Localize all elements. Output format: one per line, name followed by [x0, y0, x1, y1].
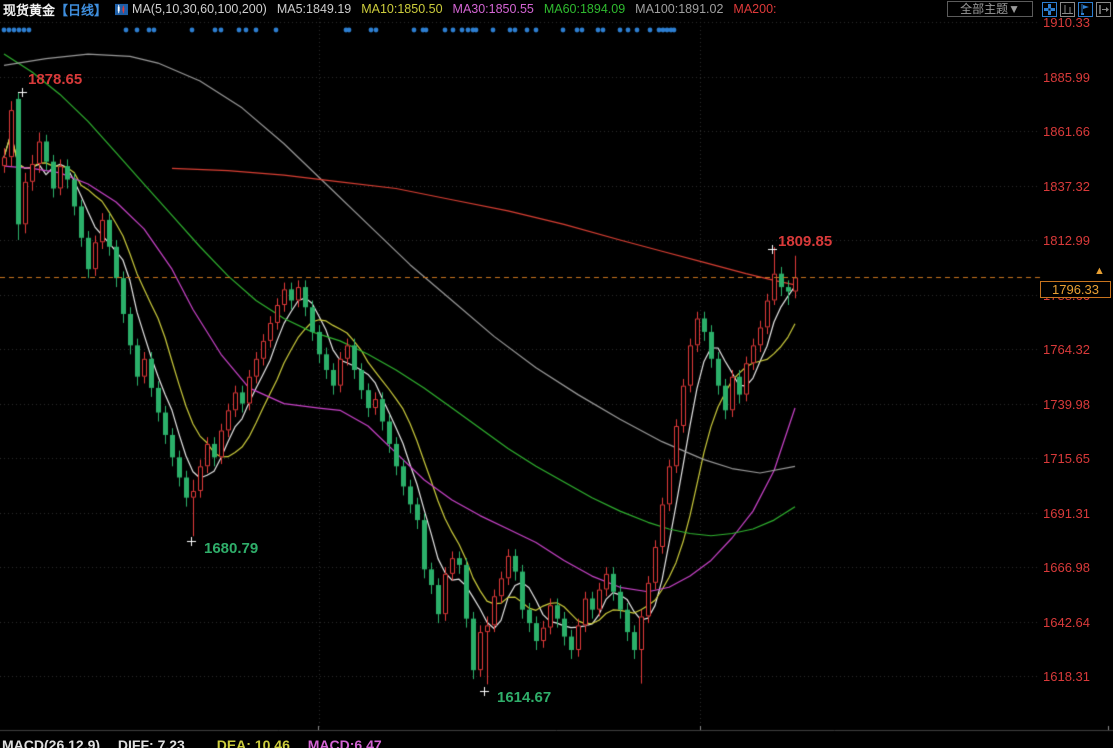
- ma-settings-label: MA(5,10,30,60,100,200): [132, 2, 267, 16]
- axis-label: 1666.98: [1043, 560, 1090, 575]
- toolbar: 全部主题▼: [947, 1, 1111, 17]
- flag-annotation-icon[interactable]: [1078, 2, 1093, 17]
- period-label[interactable]: 【日线】: [55, 0, 107, 19]
- axis-label: 1715.65: [1043, 451, 1090, 466]
- indicator-panel-icon[interactable]: [1060, 2, 1075, 17]
- legend-item: MA5:1849.19: [277, 2, 351, 16]
- price-up-arrow-icon: ▲: [1094, 265, 1105, 277]
- macd-status-row: MACD(26,12,9) DIFF: 7.23 DEA: 10.46 MACD…: [2, 737, 396, 748]
- axis-label: 1861.66: [1043, 124, 1090, 139]
- annotation-swing-low: 1680.79: [204, 540, 258, 557]
- macd-dea-value: DEA: 10.46: [217, 737, 290, 748]
- axis-label: 1618.31: [1043, 669, 1090, 684]
- legend-item: MA60:1894.09: [544, 2, 625, 16]
- axis-label: 1739.98: [1043, 397, 1090, 412]
- axis-label: 1764.32: [1043, 342, 1090, 357]
- annotation-swing-low: 1614.67: [497, 689, 551, 706]
- chart-window: { "header": { "title": "现货黄金", "period":…: [0, 0, 1113, 748]
- axis-label: 1691.31: [1043, 506, 1090, 521]
- ma-legend: MA5:1849.19 MA10:1850.50 MA30:1850.55 MA60:…: [277, 2, 787, 16]
- axis-label: 1642.64: [1043, 615, 1090, 630]
- axis-label: 1837.32: [1043, 179, 1090, 194]
- collapse-panel-icon[interactable]: [1096, 2, 1111, 17]
- legend-item: MA30:1850.55: [453, 2, 534, 16]
- annotation-swing-high: 1878.65: [28, 71, 82, 88]
- legend-item: MA10:1850.50: [361, 2, 442, 16]
- instrument-title: 现货黄金: [3, 0, 55, 19]
- annotation-swing-high: 1809.85: [778, 233, 832, 250]
- axis-label: 1885.99: [1043, 70, 1090, 85]
- kline-icon: [115, 3, 128, 16]
- legend-item: MA100:1891.02: [635, 2, 723, 16]
- axis-label: 1812.99: [1043, 233, 1090, 248]
- last-price-tag: 1796.33: [1040, 281, 1111, 298]
- top-bar: 现货黄金 【日线】 MA(5,10,30,60,100,200) MA5:184…: [0, 0, 1113, 18]
- macd-value: MACD:6.47: [308, 737, 382, 748]
- candlestick-chart-canvas[interactable]: [0, 0, 1113, 748]
- grid-add-icon[interactable]: [1042, 2, 1057, 17]
- legend-item: MA200:: [733, 2, 776, 16]
- theme-dropdown[interactable]: 全部主题▼: [947, 1, 1033, 17]
- macd-params-diff: MACD(26,12,9) DIFF: 7.23: [2, 737, 199, 748]
